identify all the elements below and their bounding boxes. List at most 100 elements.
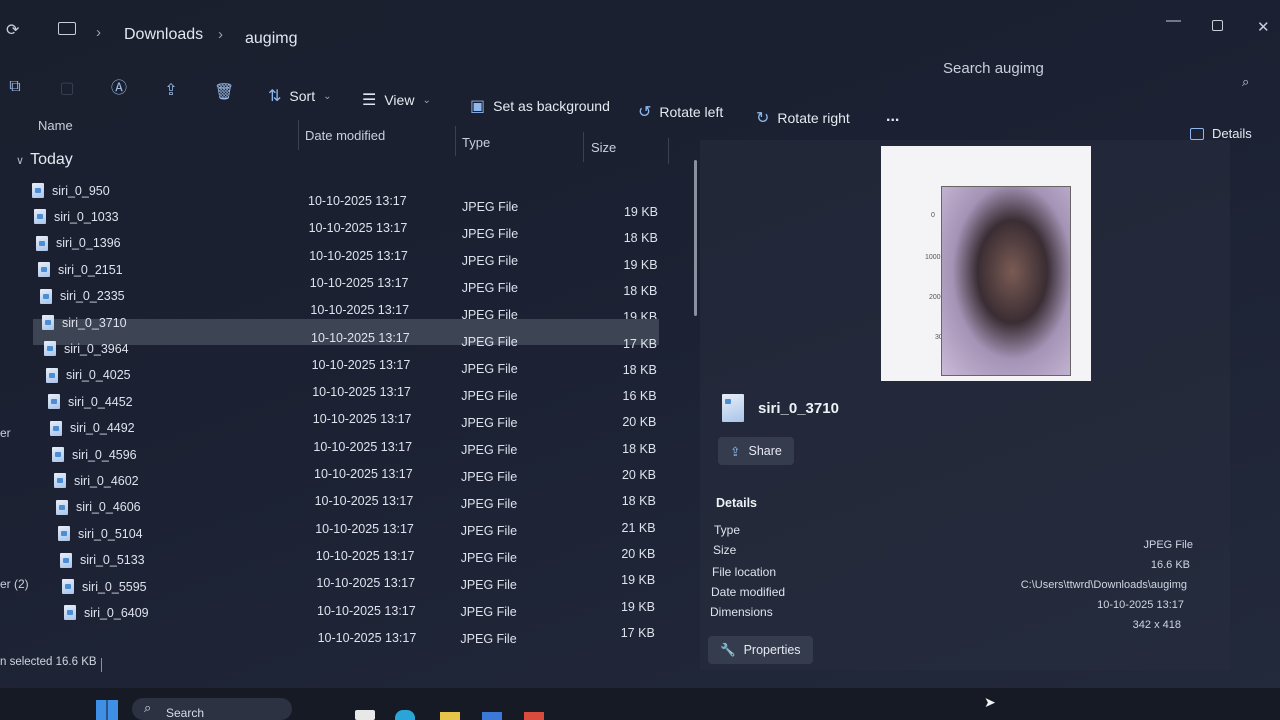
- properties-button[interactable]: 🔧 Properties: [708, 636, 813, 664]
- jpeg-file-icon: [62, 579, 74, 594]
- set-as-background-button[interactable]: ▣ Set as background: [470, 96, 610, 116]
- taskbar-app-icon[interactable]: [524, 712, 544, 720]
- jpeg-file-icon: [52, 447, 64, 462]
- jpeg-file-icon: [48, 394, 60, 410]
- rotate-right-button[interactable]: ↻ Rotate right: [756, 108, 850, 128]
- file-name-cell[interactable]: siri_0_4596: [52, 447, 137, 462]
- column-divider[interactable]: [455, 126, 456, 156]
- file-name: siri_0_4452: [68, 394, 133, 409]
- sort-button[interactable]: ⇅ Sort ⌄: [268, 86, 331, 106]
- column-divider[interactable]: [298, 120, 299, 150]
- details-pane-icon: [1190, 127, 1204, 140]
- share-icon[interactable]: ⇪: [162, 82, 180, 100]
- file-date: 10-10-2025 13:17: [309, 275, 409, 290]
- breadcrumb-downloads[interactable]: Downloads: [124, 26, 203, 44]
- axis-tick: 0: [931, 212, 935, 219]
- column-size[interactable]: Size: [591, 140, 616, 155]
- file-name: siri_0_3964: [64, 341, 129, 356]
- taskbar-app-icon[interactable]: [355, 710, 375, 720]
- close-icon[interactable]: ✕: [1257, 18, 1270, 36]
- file-name-cell[interactable]: siri_0_4602: [54, 473, 139, 489]
- file-name-cell[interactable]: siri_0_1396: [36, 235, 121, 251]
- taskbar-app-icon[interactable]: [395, 710, 415, 720]
- windows-start-icon[interactable]: [96, 700, 118, 720]
- file-name-cell[interactable]: siri_0_5104: [58, 526, 143, 542]
- nav-item-partial[interactable]: er (2): [0, 577, 29, 591]
- file-name: siri_0_5595: [82, 579, 147, 594]
- file-name-cell[interactable]: siri_0_4606: [56, 499, 141, 515]
- details-button[interactable]: Details: [1190, 126, 1252, 141]
- file-name: siri_0_6409: [84, 605, 149, 620]
- detail-label-size: Size: [713, 543, 737, 557]
- rotate-left-button[interactable]: ↺ Rotate left: [638, 102, 723, 122]
- minimize-icon[interactable]: —: [1166, 12, 1181, 29]
- sort-icon: ⇅: [268, 88, 282, 105]
- share-button[interactable]: ⇪ Share: [718, 437, 794, 465]
- column-type[interactable]: Type: [462, 135, 490, 150]
- view-button[interactable]: ☰ View ⌄: [362, 90, 431, 110]
- file-name-cell[interactable]: siri_0_5133: [60, 552, 145, 568]
- file-size: 17 KB: [620, 625, 655, 640]
- details-heading: Details: [716, 496, 757, 510]
- file-date: 10-10-2025 13:17: [317, 630, 417, 645]
- detail-label-type: Type: [714, 523, 741, 537]
- file-size: 19 KB: [621, 573, 656, 588]
- status-divider: [101, 658, 102, 672]
- file-name: siri_0_2151: [58, 262, 123, 277]
- chevron-right-icon: ›: [218, 26, 223, 43]
- file-name-cell[interactable]: siri_0_3710: [42, 315, 127, 330]
- more-options-button[interactable]: ...: [886, 108, 899, 126]
- address-bar: ⟳ › Downloads › augimg — ✕: [0, 0, 1280, 64]
- file-name-cell[interactable]: siri_0_4452: [48, 394, 133, 410]
- jpeg-file-icon: [56, 499, 68, 515]
- group-today[interactable]: ∨ Today: [16, 151, 73, 169]
- paste-icon[interactable]: ▢: [58, 80, 76, 98]
- detail-value-size: 16.6 KB: [1150, 559, 1190, 571]
- jpeg-file-icon: [50, 420, 62, 436]
- file-name-cell[interactable]: siri_0_6409: [64, 605, 149, 621]
- photo-portrait: [941, 186, 1071, 376]
- detail-value-type: JPEG File: [1143, 539, 1193, 551]
- file-name-cell[interactable]: siri_0_4492: [50, 420, 135, 436]
- taskbar-app-icon[interactable]: [482, 712, 502, 720]
- file-name-cell[interactable]: siri_0_2151: [38, 262, 123, 278]
- file-name-cell[interactable]: siri_0_2335: [40, 288, 125, 304]
- detail-value-dimensions: 342 x 418: [1132, 619, 1181, 631]
- column-date-modified[interactable]: Date modified: [305, 128, 385, 143]
- list-scrollbar[interactable]: [694, 160, 697, 316]
- sort-label: Sort: [289, 88, 316, 104]
- file-name-cell[interactable]: siri_0_3964: [44, 341, 129, 357]
- copy-icon[interactable]: ⧉: [6, 78, 24, 96]
- column-name[interactable]: Name: [38, 118, 73, 133]
- file-name: siri_0_3710: [62, 315, 127, 330]
- rename-icon[interactable]: Ⓐ: [110, 80, 128, 98]
- file-name: siri_0_4606: [76, 500, 141, 515]
- file-name-cell[interactable]: siri_0_5595: [62, 579, 147, 594]
- taskbar-search[interactable]: ⌕ Search: [132, 698, 292, 720]
- file-date: 10-10-2025 13:17: [311, 357, 411, 372]
- maximize-icon[interactable]: [1212, 20, 1223, 31]
- taskbar-app-icon[interactable]: [440, 712, 460, 720]
- column-divider[interactable]: [583, 132, 584, 162]
- chevron-down-icon: ⌄: [323, 90, 332, 102]
- nav-item-partial[interactable]: er: [0, 426, 11, 440]
- delete-icon[interactable]: 🗑: [214, 84, 234, 102]
- file-name: siri_0_5104: [78, 526, 143, 541]
- taskbar-search-label: Search: [166, 706, 205, 720]
- set-as-background-label: Set as background: [493, 98, 610, 114]
- jpeg-file-icon: [34, 209, 46, 225]
- refresh-icon[interactable]: ⟳: [6, 20, 19, 40]
- jpeg-file-icon: [36, 235, 48, 251]
- monitor-icon[interactable]: [58, 22, 76, 35]
- file-name-cell[interactable]: siri_0_1033: [34, 209, 119, 225]
- view-label: View: [384, 92, 415, 108]
- file-name: siri_0_4602: [74, 473, 139, 488]
- jpeg-file-icon: [58, 526, 70, 542]
- column-divider[interactable]: [668, 138, 669, 164]
- file-name-cell[interactable]: siri_0_4025: [46, 367, 131, 383]
- rotate-left-label: Rotate left: [659, 104, 724, 120]
- search-input[interactable]: Search augimg ⌕: [930, 56, 1260, 89]
- breadcrumb-augimg[interactable]: augimg: [245, 30, 297, 48]
- file-name-cell[interactable]: siri_0_950: [32, 183, 110, 198]
- chevron-down-icon: ⌄: [422, 94, 431, 106]
